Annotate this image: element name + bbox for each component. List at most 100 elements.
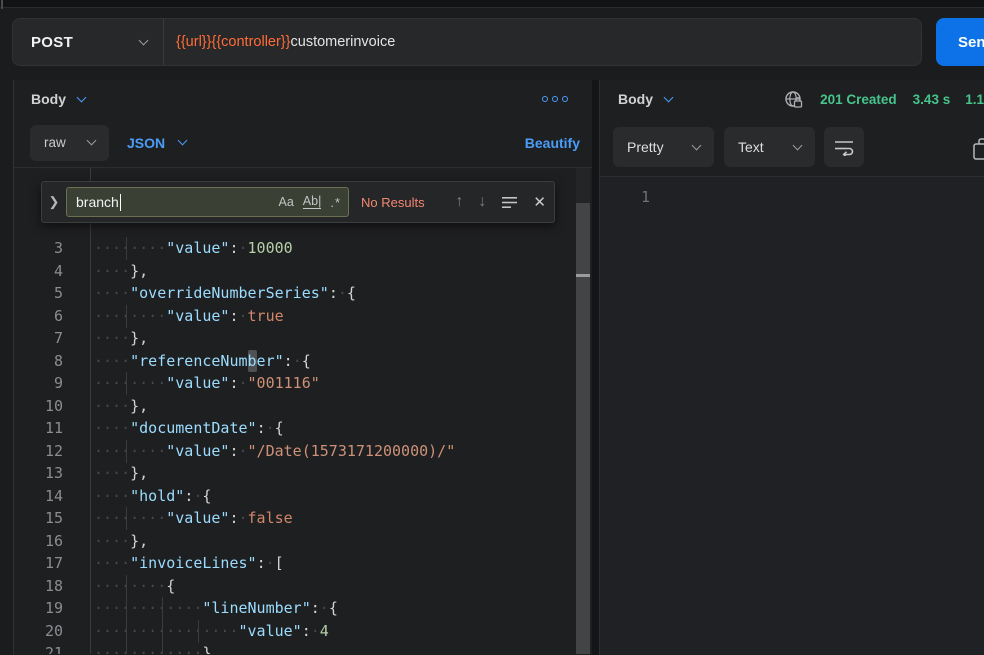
code-line[interactable]: ····}, — [94, 395, 148, 418]
indent-guide — [126, 440, 127, 463]
code-line[interactable]: ····"hold":·{ — [94, 485, 211, 508]
code-line[interactable]: ····}, — [94, 462, 148, 485]
method-label: POST — [31, 34, 73, 51]
code-token: 4 — [320, 622, 329, 640]
code-token: "overrideNumberSeries" — [130, 284, 329, 302]
code-line[interactable]: ····"referenceNumber":·{ — [94, 350, 311, 373]
window-top-strip — [0, 0, 984, 8]
indent-guide — [198, 620, 199, 643]
regex-button[interactable]: .* — [330, 196, 341, 209]
code-line[interactable]: ····}, — [94, 327, 148, 350]
response-body-tab[interactable]: Body — [618, 91, 653, 107]
whitespace-dots: ···· — [94, 487, 130, 505]
code-line[interactable]: ····}, — [94, 530, 148, 553]
format-select[interactable]: Text — [724, 127, 815, 167]
indent-guide — [162, 642, 163, 654]
code-line[interactable]: ········"value":·10000 — [94, 237, 293, 260]
code-token: : — [229, 374, 238, 392]
code-line[interactable]: ············} — [94, 642, 211, 654]
code-token: { — [202, 487, 211, 505]
chevron-down-icon[interactable] — [664, 92, 674, 102]
chevron-down-icon — [692, 140, 702, 150]
line-number: 10 — [14, 395, 63, 418]
overview-cursor-marker — [576, 274, 590, 277]
code-token: · — [239, 509, 248, 527]
code-line[interactable]: ····"invoiceLines":·[ — [94, 552, 284, 575]
line-number: 3 — [14, 237, 63, 260]
code-line[interactable]: ········"value":·false — [94, 507, 293, 530]
code-line[interactable]: ····"overrideNumberSeries":·{ — [94, 282, 356, 305]
pane-divider[interactable] — [592, 80, 600, 655]
code-line[interactable]: ····"documentDate":·{ — [94, 417, 284, 440]
language-select[interactable]: JSON — [127, 135, 186, 151]
code-token: : — [302, 622, 311, 640]
method-select[interactable]: POST — [13, 19, 163, 65]
whitespace-dots: ···· — [94, 352, 130, 370]
whitespace-dots: ···· — [94, 284, 130, 302]
response-time[interactable]: 3.43 s — [913, 92, 951, 107]
line-number: 13 — [14, 462, 63, 485]
network-info-icon[interactable] — [784, 90, 803, 109]
indent-guide — [126, 305, 127, 328]
beautify-button[interactable]: Beautify — [525, 135, 580, 151]
expand-replace-icon[interactable]: ❯ — [46, 194, 62, 210]
match-case-button[interactable]: Aa — [278, 196, 293, 209]
find-widget: ❯ branch Aa Ab| .* No Results ↑ ↓ — [41, 181, 555, 223]
find-results-status: No Results — [361, 195, 425, 210]
whitespace-dots: ········ — [94, 442, 166, 460]
line-number: 5 — [14, 282, 63, 305]
line-number: 9 — [14, 372, 63, 395]
previous-match-button[interactable]: ↑ — [455, 194, 463, 210]
body-type-select[interactable]: raw — [30, 125, 109, 161]
request-body-editor[interactable]: ❯ branch Aa Ab| .* No Results ↑ ↓ — [14, 168, 592, 654]
code-line[interactable]: ········{ — [94, 575, 175, 598]
whitespace-dots: ············ — [94, 644, 202, 654]
find-in-selection-button[interactable] — [501, 196, 518, 209]
whole-word-button[interactable]: Ab| — [303, 195, 322, 210]
code-token: }, — [130, 464, 148, 482]
chevron-down-icon[interactable] — [77, 92, 87, 102]
code-line[interactable]: ····}, — [94, 260, 148, 283]
whitespace-dots: ···· — [94, 464, 130, 482]
url-input[interactable]: {{url}}{{controller}}customerinvoice — [164, 19, 921, 65]
code-token: : — [257, 554, 266, 572]
code-token: : — [229, 307, 238, 325]
code-token: : — [311, 599, 320, 617]
code-line[interactable]: ············"lineNumber":·{ — [94, 597, 338, 620]
response-body-editor[interactable]: 1 — [600, 177, 984, 654]
url-path: customerinvoice — [291, 34, 396, 50]
status-badge[interactable]: 201 Created — [820, 92, 897, 107]
code-token: "hold" — [130, 487, 184, 505]
code-token: · — [266, 554, 275, 572]
url-variables: {{url}}{{controller}} — [176, 34, 291, 50]
code-line[interactable]: ········"value":·true — [94, 305, 284, 328]
code-token: : — [329, 284, 338, 302]
response-size[interactable]: 1.1 — [965, 92, 984, 107]
code-token: true — [248, 307, 284, 325]
code-token: "value" — [166, 239, 229, 257]
editor-scrollbar[interactable] — [576, 168, 590, 654]
code-line[interactable]: ················"value":·4 — [94, 620, 329, 643]
next-match-button[interactable]: ↓ — [478, 194, 486, 210]
line-number: 7 — [14, 327, 63, 350]
send-button[interactable]: Send — [936, 18, 984, 66]
copy-icon[interactable] — [973, 138, 984, 160]
line-number: 6 — [14, 305, 63, 328]
request-body-tab[interactable]: Body — [31, 91, 66, 107]
view-mode-select[interactable]: Pretty — [613, 127, 714, 167]
code-token: : — [184, 487, 193, 505]
close-find-icon[interactable]: ✕ — [533, 195, 546, 210]
whitespace-dots: ···· — [94, 554, 130, 572]
whitespace-dots: ···· — [94, 419, 130, 437]
whitespace-dots: ···· — [94, 397, 130, 415]
wrap-text-button[interactable] — [824, 127, 864, 167]
whitespace-dots: ················ — [94, 622, 239, 640]
find-input[interactable]: branch Aa Ab| .* — [66, 187, 349, 217]
whitespace-dots: ········ — [94, 307, 166, 325]
line-number: 12 — [14, 440, 63, 463]
more-options-icon[interactable] — [542, 96, 568, 102]
code-line[interactable]: ········"value":·"001116" — [94, 372, 320, 395]
code-line[interactable]: ········"value":·"/Date(1573171200000)/" — [94, 440, 455, 463]
scrollbar-thumb[interactable] — [576, 203, 590, 654]
code-token: "documentDate" — [130, 419, 256, 437]
